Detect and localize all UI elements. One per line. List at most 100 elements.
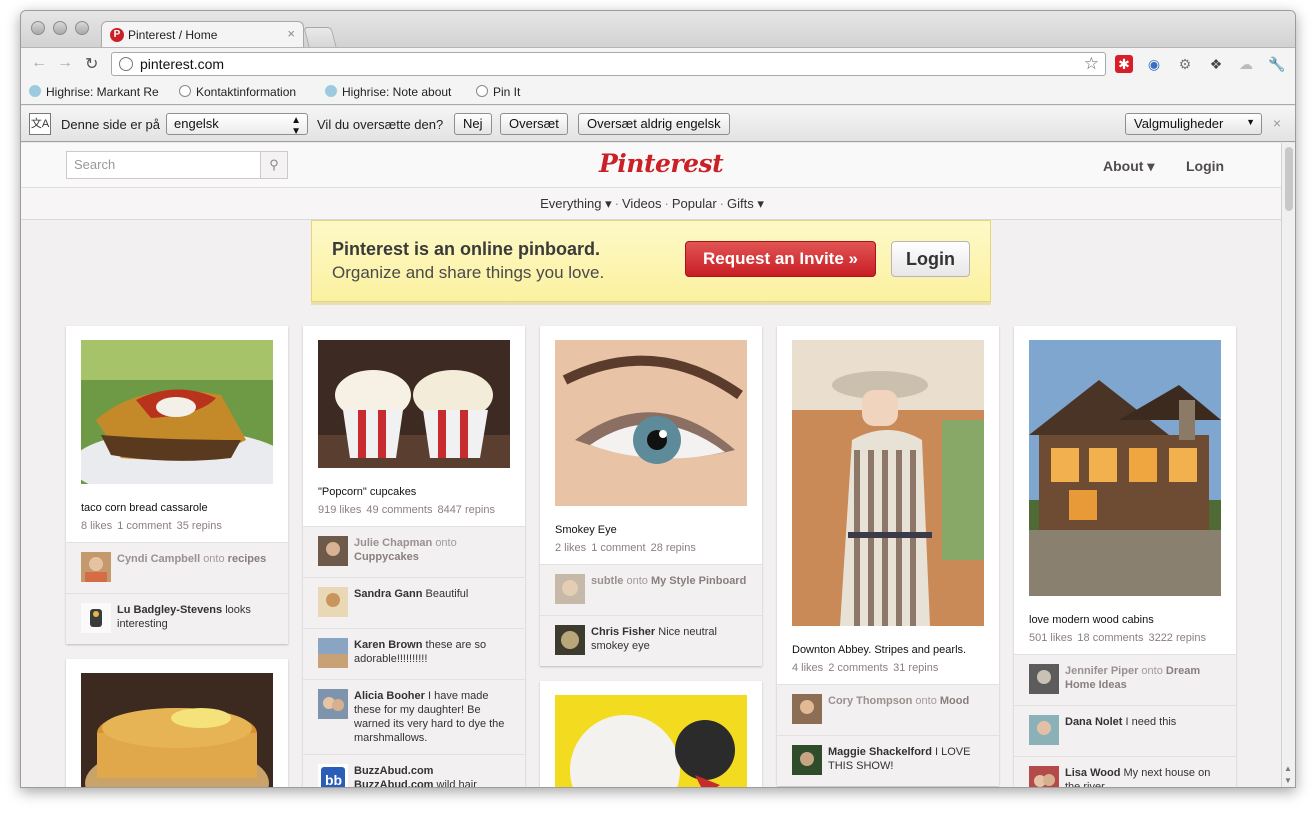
comment-user[interactable]: Karen Brown (354, 639, 422, 651)
pin-ext-icon[interactable]: ❖ (1207, 55, 1225, 73)
scrollbar-thumb[interactable] (1285, 147, 1293, 211)
new-tab-button[interactable] (303, 27, 337, 47)
bookmark-pin-it[interactable]: Pin It (476, 85, 520, 99)
language-select[interactable]: engelsk ▲ ▼ (166, 113, 308, 137)
comment-user[interactable]: BuzzAbud.com BuzzAbud.com (354, 765, 433, 787)
repins-count[interactable]: 28 repins (651, 542, 696, 554)
never-translate-button[interactable]: Oversæt aldrig engelsk (578, 113, 730, 135)
likes-count[interactable]: 4 likes (792, 662, 823, 674)
comment-user[interactable]: Sandra Gann (354, 588, 422, 600)
repins-count[interactable]: 8447 repins (437, 504, 495, 516)
comment-user[interactable]: Cyndi Campbell (117, 553, 200, 565)
comments-count[interactable]: 18 comments (1077, 632, 1143, 644)
likes-count[interactable]: 501 likes (1029, 632, 1072, 644)
pin-image-wood-cabin[interactable] (1029, 340, 1221, 596)
address-bar[interactable]: pinterest.com ☆ (111, 52, 1106, 76)
zoom-window-button[interactable] (75, 21, 89, 35)
comments-count[interactable]: 1 comment (591, 542, 645, 554)
search-icon[interactable]: ⚲ (260, 152, 287, 178)
pin-card[interactable] (66, 659, 288, 788)
comment-user[interactable]: Chris Fisher (591, 626, 655, 638)
avatar[interactable] (81, 603, 111, 633)
repins-count[interactable]: 35 repins (177, 520, 222, 532)
pinterest-logo[interactable]: Pinterest (599, 149, 724, 178)
bookmark-highrise-note[interactable]: Highrise: Note about (325, 85, 460, 99)
pin-card[interactable]: taco corn bread cassarole 8 likes 1 comme… (66, 326, 291, 644)
tab-close-icon[interactable]: × (287, 26, 295, 41)
pin-image-downton-abbey[interactable] (792, 340, 984, 626)
avatar[interactable] (1029, 715, 1059, 745)
comments-count[interactable]: 1 comment (117, 520, 171, 532)
avatar[interactable] (792, 694, 822, 724)
options-select[interactable]: Valgmuligheder ▼ (1125, 113, 1262, 135)
avatar[interactable] (792, 745, 822, 775)
pin-card[interactable]: Downton Abbey. Stripes and pearls. 4 lik… (777, 326, 999, 786)
nav-gifts[interactable]: Gifts ▾ (727, 196, 764, 211)
pin-card[interactable]: love modern wood cabins 501 likes 18 comm… (1014, 326, 1236, 787)
nav-videos[interactable]: Videos (622, 196, 662, 211)
avatar[interactable] (318, 689, 348, 719)
comments-count[interactable]: 2 comments (828, 662, 888, 674)
board-link[interactable]: Mood (940, 695, 969, 707)
pin-image-sheep-craft[interactable] (555, 695, 747, 788)
close-window-button[interactable] (31, 21, 45, 35)
comment-user[interactable]: Maggie Shackelford (828, 746, 932, 758)
comment-user[interactable]: subtle (591, 575, 623, 587)
bookmark-highrise-markant[interactable]: Highrise: Markant Re (29, 85, 162, 99)
comment-user[interactable]: Alicia Booher (354, 690, 425, 702)
gear-ext-icon[interactable]: ⚙ (1176, 55, 1194, 73)
comment-user[interactable]: Dana Nolet (1065, 716, 1122, 728)
translate-ext-icon[interactable]: ◉ (1145, 55, 1163, 73)
pin-image-pancakes[interactable] (81, 673, 273, 788)
vertical-scrollbar[interactable]: ▲ ▼ (1281, 143, 1295, 787)
header-login-link[interactable]: Login (1186, 158, 1224, 174)
comment-user[interactable]: Julie Chapman (354, 537, 432, 549)
forward-arrow-icon[interactable]: → (57, 54, 73, 72)
scroll-up-arrow-icon[interactable]: ▲ (1284, 764, 1292, 773)
pin-image-smokey-eye[interactable] (555, 340, 747, 506)
repins-count[interactable]: 3222 repins (1148, 632, 1206, 644)
pin-card[interactable]: "Popcorn" cupcakes 919 likes 49 comments 8… (303, 326, 525, 788)
search-input[interactable]: Search ⚲ (66, 151, 288, 179)
lastpass-icon[interactable]: ✱ (1115, 55, 1133, 73)
scroll-down-arrow-icon[interactable]: ▼ (1284, 776, 1292, 785)
avatar[interactable] (555, 574, 585, 604)
avatar[interactable] (318, 638, 348, 668)
about-menu[interactable]: About ▾ (1103, 158, 1154, 175)
comment-user[interactable]: Lisa Wood (1065, 767, 1120, 779)
no-button[interactable]: Nej (454, 113, 492, 135)
avatar[interactable] (318, 587, 348, 617)
board-link[interactable]: Cuppycakes (354, 551, 419, 563)
comment-user[interactable]: Jennifer Piper (1065, 665, 1138, 677)
tab-pinterest-home[interactable]: P Pinterest / Home × (101, 21, 304, 48)
nav-everything[interactable]: Everything ▾ (540, 196, 612, 211)
back-arrow-icon[interactable]: ← (31, 54, 47, 72)
avatar[interactable] (81, 552, 111, 582)
wrench-icon[interactable]: 🔧 (1268, 55, 1286, 73)
comment-user[interactable]: Lu Badgley-Stevens (117, 604, 222, 616)
comment-user[interactable]: Cory Thompson (828, 695, 912, 707)
translate-button[interactable]: Oversæt (500, 113, 568, 135)
avatar[interactable] (555, 625, 585, 655)
repins-count[interactable]: 31 repins (893, 662, 938, 674)
avatar[interactable]: bb (318, 764, 348, 788)
pin-card[interactable]: Smokey Eye 2 likes 1 comment 28 repins sub… (540, 326, 762, 666)
banner-login-button[interactable]: Login (891, 241, 970, 277)
pin-image-popcorn-cupcakes[interactable] (318, 340, 510, 468)
bookmark-kontaktinformation[interactable]: Kontaktinformation (179, 85, 296, 99)
board-link[interactable]: My Style Pinboard (651, 575, 746, 587)
close-infobar-icon[interactable]: × (1273, 115, 1281, 131)
avatar[interactable] (318, 536, 348, 566)
request-invite-button[interactable]: Request an Invite » (685, 241, 876, 277)
bookmark-star-icon[interactable]: ☆ (1084, 54, 1099, 74)
likes-count[interactable]: 2 likes (555, 542, 586, 554)
minimize-window-button[interactable] (53, 21, 67, 35)
nav-popular[interactable]: Popular (672, 196, 717, 211)
comments-count[interactable]: 49 comments (366, 504, 432, 516)
board-link[interactable]: recipes (228, 553, 267, 565)
pin-image-casserole[interactable] (71, 340, 291, 500)
chat-ext-icon[interactable]: ☁ (1237, 55, 1255, 73)
likes-count[interactable]: 8 likes (81, 520, 112, 532)
avatar[interactable] (1029, 664, 1059, 694)
likes-count[interactable]: 919 likes (318, 504, 361, 516)
